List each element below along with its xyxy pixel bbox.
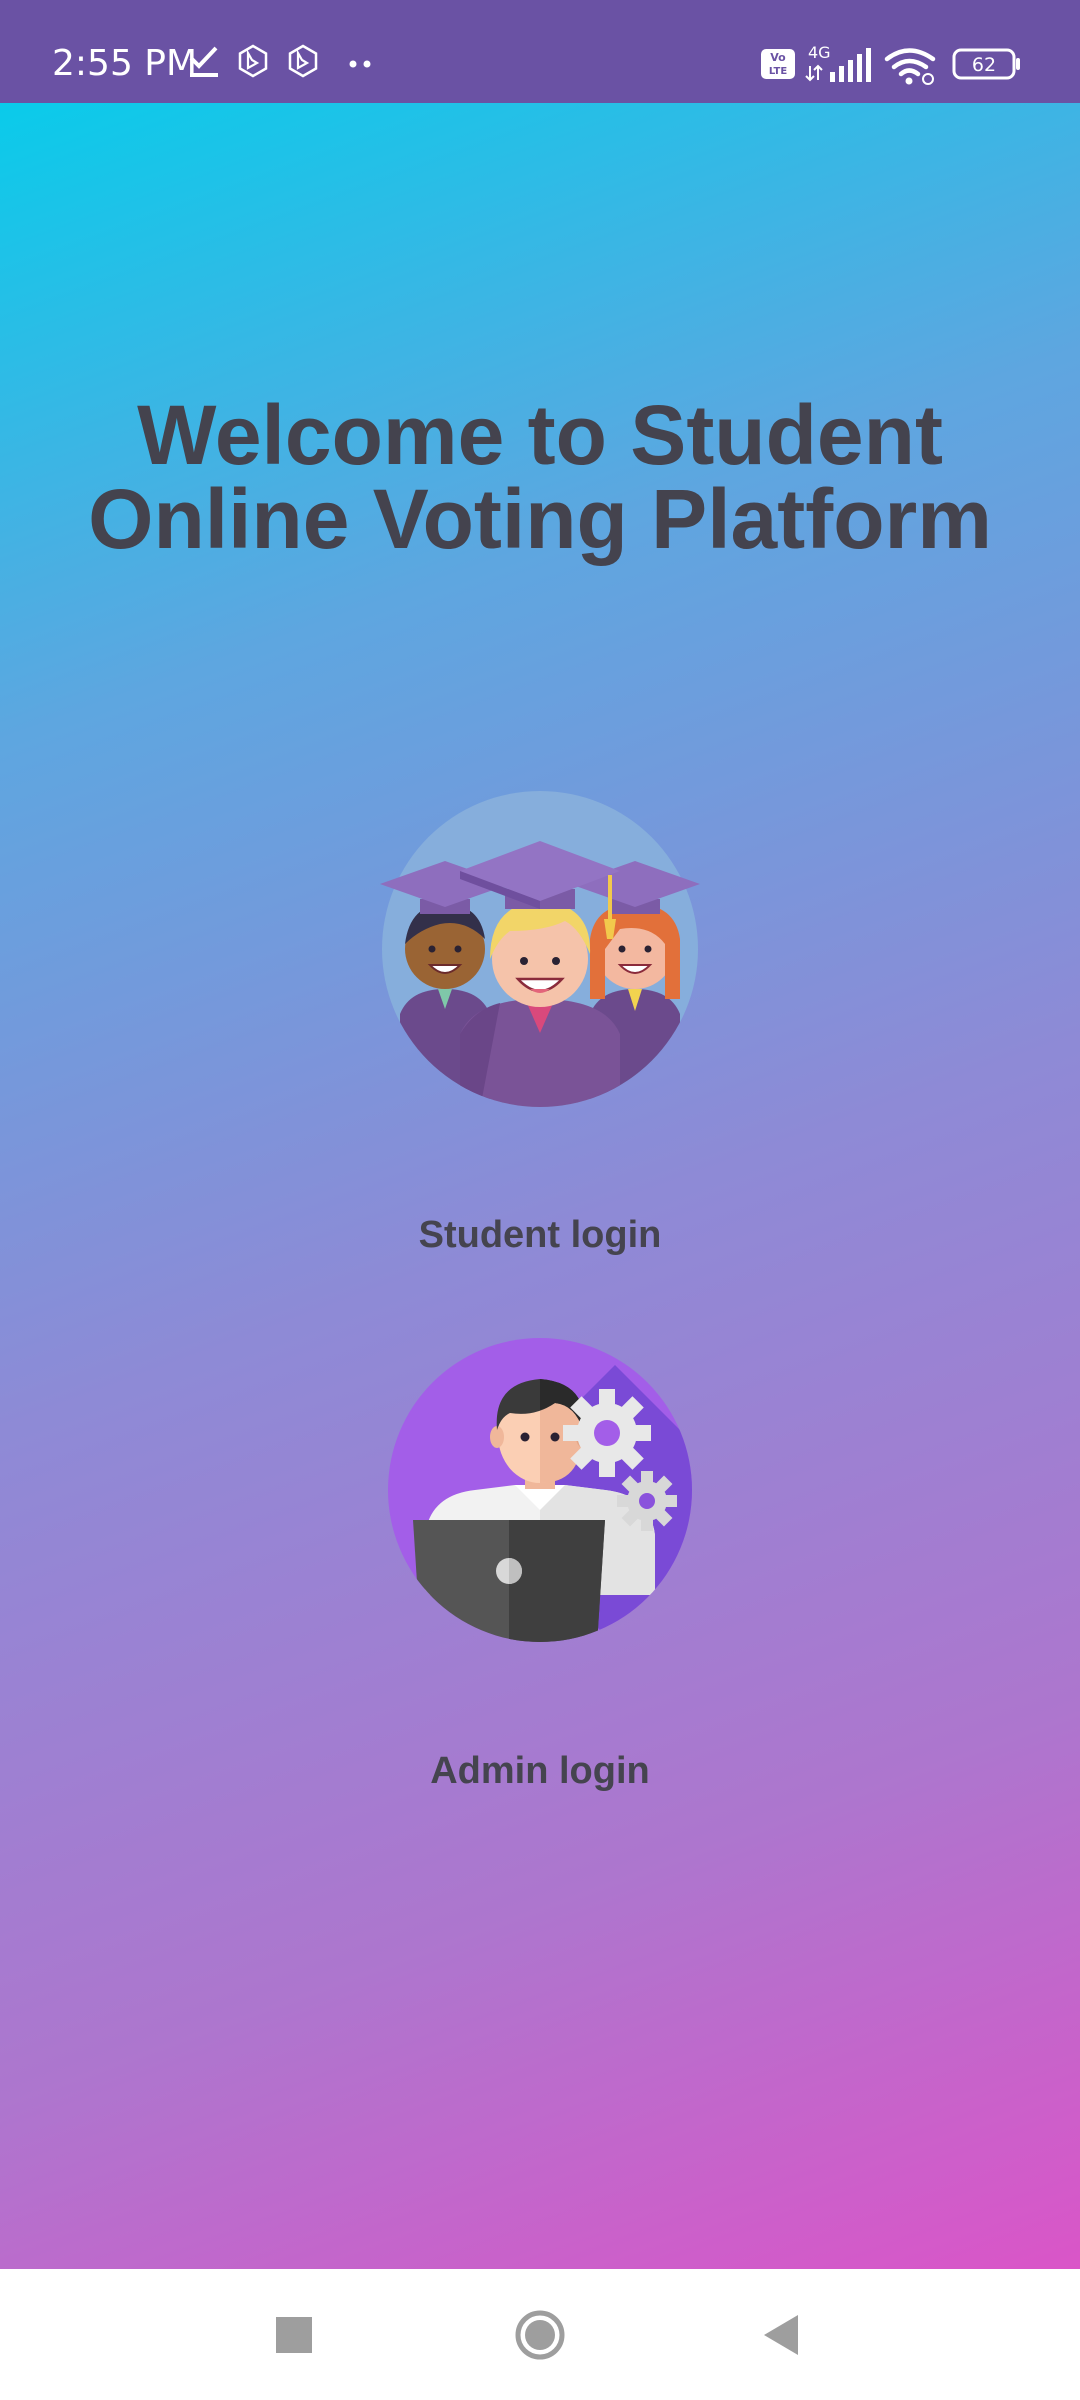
screen: 2:55 PM Vo LTE 4G 62 Welcome to Student …	[0, 0, 1080, 2400]
back-triangle-icon[interactable]	[744, 2299, 816, 2371]
admin-laptop-icon	[388, 1338, 692, 1642]
home-circle-icon[interactable]	[504, 2299, 576, 2371]
students-graduation-icon	[380, 791, 700, 1107]
page-title: Welcome to Student Online Voting Platfor…	[40, 393, 1040, 561]
bing-icon	[238, 44, 268, 78]
volte-icon: Vo LTE	[761, 49, 795, 79]
gear-icon	[563, 1389, 651, 1477]
student-login-button[interactable]: Student login	[340, 789, 740, 1269]
navigation-bar	[0, 2269, 1080, 2400]
student-login-label: Student login	[418, 1214, 662, 1256]
recents-square-icon[interactable]	[258, 2299, 330, 2371]
battery-icon: 62	[952, 48, 1020, 80]
signal-icon: 4G	[805, 43, 871, 82]
wifi-icon	[884, 48, 936, 85]
more-dots-icon	[349, 60, 371, 68]
battery-level: 62	[972, 54, 996, 76]
title-line-2: Online Voting Platform	[88, 472, 992, 566]
admin-login-button[interactable]: Admin login	[340, 1335, 740, 1805]
title-line-1: Welcome to Student	[137, 388, 943, 482]
check-icon	[189, 46, 218, 77]
status-bar: 2:55 PM Vo LTE 4G 62	[0, 0, 1080, 103]
gear-icon	[617, 1471, 677, 1531]
network-type-label: 4G	[808, 43, 831, 62]
svg-text:Vo: Vo	[770, 51, 786, 64]
admin-login-label: Admin login	[430, 1750, 650, 1792]
main-content: Welcome to Student Online Voting Platfor…	[0, 103, 1080, 2269]
status-time: 2:55 PM	[52, 43, 198, 84]
bing-icon	[288, 44, 318, 78]
svg-text:LTE: LTE	[769, 66, 788, 77]
